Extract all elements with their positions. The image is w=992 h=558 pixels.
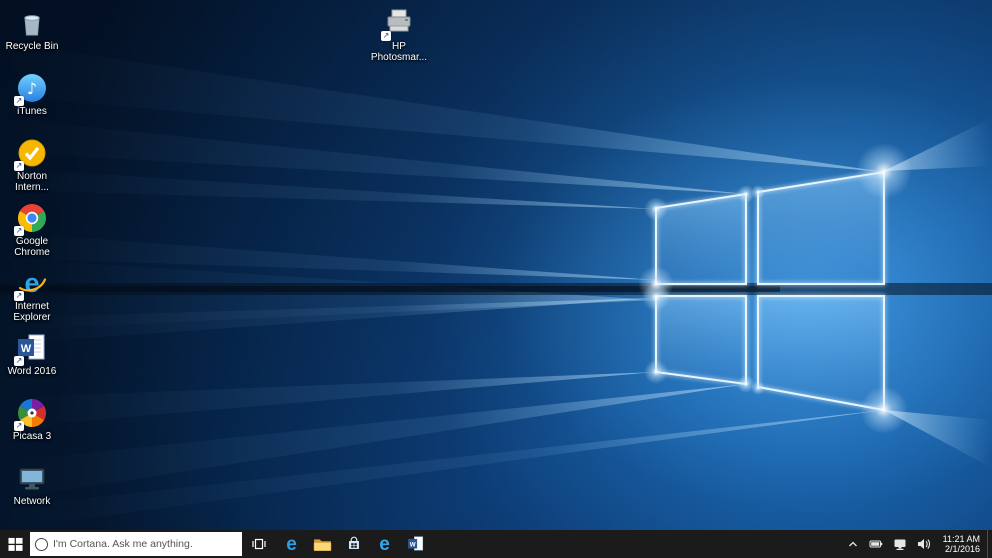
cortana-circle-icon	[35, 537, 48, 551]
desktop-icon-norton[interactable]: ↗ Norton Intern...	[2, 135, 62, 200]
battery-status-button[interactable]	[868, 530, 884, 558]
desktop-icon-google-chrome[interactable]: ↗ Google Chrome	[2, 200, 62, 265]
desktop-icon-network[interactable]: Network	[2, 460, 62, 525]
network-icon	[894, 539, 906, 550]
system-tray: 11:21 AM 2/1/2016	[842, 530, 987, 558]
cortana-search-box[interactable]	[30, 532, 242, 556]
taskbar: e e W	[0, 530, 992, 558]
desktop-icon-label: Google Chrome	[14, 236, 50, 258]
edge-icon: e	[286, 533, 297, 555]
itunes-icon: ♪ ↗	[14, 72, 48, 106]
task-view-button[interactable]	[242, 530, 276, 558]
word-icon: W	[407, 536, 423, 551]
desktop-icon-recycle-bin[interactable]: Recycle Bin	[2, 5, 62, 70]
printer-icon: ↗	[381, 7, 415, 41]
shortcut-arrow-icon: ↗	[381, 31, 391, 41]
shortcut-arrow-icon: ↗	[14, 356, 24, 366]
file-explorer-icon	[313, 538, 332, 551]
internet-explorer-icon: e	[379, 533, 390, 555]
desktop-icon-label: Norton Intern...	[15, 171, 49, 193]
task-view-icon	[252, 538, 266, 550]
taskbar-word-button[interactable]: W	[400, 530, 431, 558]
shortcut-arrow-icon: ↗	[14, 161, 24, 171]
desktop-icon-hp-photosmart[interactable]: ↗ HP Photosmar...	[369, 5, 429, 70]
shortcut-arrow-icon: ↗	[14, 96, 24, 106]
chrome-icon: ↗	[14, 202, 48, 236]
taskbar-clock[interactable]: 11:21 AM 2/1/2016	[940, 534, 983, 554]
svg-text:e: e	[24, 268, 39, 298]
recycle-bin-icon	[16, 7, 48, 39]
taskbar-file-explorer-button[interactable]	[307, 530, 338, 558]
network-icon	[16, 462, 48, 494]
start-button[interactable]	[0, 530, 30, 558]
desktop-area[interactable]: Recycle Bin ♪ ↗ iTunes ↗ Norton Intern..…	[0, 0, 992, 530]
volume-button[interactable]	[916, 530, 932, 558]
desktop-icon-picasa[interactable]: ↗ Picasa 3	[2, 395, 62, 460]
desktop-icon-label: Internet Explorer	[13, 301, 51, 323]
svg-text:W: W	[409, 541, 415, 548]
word-icon: W ↗	[14, 332, 48, 366]
taskbar-edge-button[interactable]: e	[276, 530, 307, 558]
desktop-icon-label: iTunes	[17, 106, 47, 117]
shortcut-arrow-icon: ↗	[14, 226, 24, 236]
taskbar-internet-explorer-button[interactable]: e	[369, 530, 400, 558]
desktop-icon-word-2016[interactable]: W ↗ Word 2016	[2, 330, 62, 395]
windows-logo-icon	[7, 537, 23, 551]
battery-icon	[869, 540, 882, 548]
volume-icon	[917, 539, 930, 549]
svg-text:♪: ♪	[27, 79, 37, 98]
desktop-icon-label: Picasa 3	[12, 431, 52, 442]
search-input[interactable]	[53, 538, 237, 550]
desktop-icon-column: Recycle Bin ♪ ↗ iTunes ↗ Norton Intern..…	[2, 5, 62, 525]
clock-date: 2/1/2016	[944, 544, 980, 554]
desktop-icon-label: Recycle Bin	[5, 41, 59, 52]
show-desktop-button[interactable]	[987, 530, 992, 558]
internet-explorer-icon: e ↗	[14, 267, 48, 301]
hidden-icons-button[interactable]	[846, 530, 860, 558]
shortcut-arrow-icon: ↗	[14, 421, 24, 431]
svg-text:W: W	[21, 343, 32, 355]
clock-time: 11:21 AM	[942, 534, 980, 544]
taskbar-store-button[interactable]	[338, 530, 369, 558]
desktop-icon-itunes[interactable]: ♪ ↗ iTunes	[2, 70, 62, 135]
desktop-icon-label: Word 2016	[7, 366, 57, 377]
store-icon	[348, 536, 359, 549]
norton-icon: ↗	[14, 137, 48, 171]
network-status-button[interactable]	[892, 530, 908, 558]
shortcut-arrow-icon: ↗	[14, 291, 24, 301]
desktop-icon-label: Network	[13, 496, 51, 507]
wallpaper	[0, 0, 992, 530]
chevron-up-icon	[848, 541, 857, 547]
desktop-icon-internet-explorer[interactable]: e ↗ Internet Explorer	[2, 265, 62, 330]
desktop-icon-label: HP Photosmar...	[370, 41, 428, 63]
picasa-icon: ↗	[14, 397, 48, 431]
